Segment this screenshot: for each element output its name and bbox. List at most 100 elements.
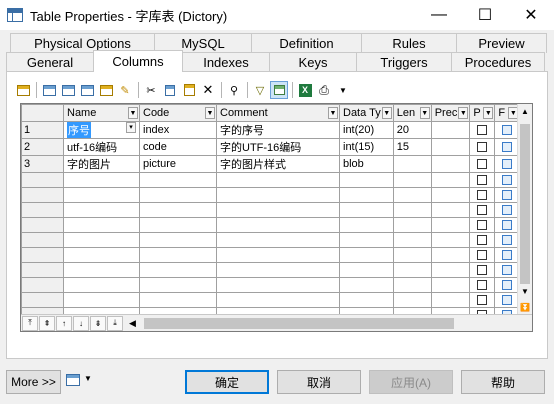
cell-length[interactable] — [392, 155, 432, 173]
empty-cell[interactable] — [216, 232, 340, 248]
chevron-down-icon[interactable]: ▼ — [419, 107, 430, 119]
column-header-length[interactable]: Len ▼ — [392, 104, 432, 122]
scroll-bottom-icon[interactable]: ⏬ — [518, 300, 532, 314]
primary-checkbox[interactable] — [477, 205, 488, 216]
cut-icon[interactable]: ✂ — [142, 81, 160, 99]
chevron-down-icon[interactable]: ▼ — [328, 107, 338, 119]
cancel-button[interactable]: 取消 — [277, 370, 361, 394]
empty-cell[interactable] — [430, 277, 471, 293]
chevron-down-icon[interactable]: ▾ — [126, 122, 136, 133]
foreign-checkbox[interactable] — [502, 142, 513, 153]
cell-primary[interactable] — [469, 262, 496, 278]
empty-row[interactable] — [21, 292, 521, 308]
cell-primary[interactable] — [469, 187, 496, 203]
table-row[interactable]: 2 utf-16编码 code 字的UTF-16编码 int(15) 15 — [21, 138, 521, 156]
foreign-checkbox[interactable] — [502, 175, 513, 186]
insert-row-icon[interactable] — [59, 81, 77, 99]
primary-checkbox[interactable] — [477, 175, 488, 186]
foreign-checkbox[interactable] — [502, 125, 513, 136]
cell-name[interactable]: 序号 ▾ — [63, 121, 140, 139]
maximize-button[interactable]: ☐ — [462, 0, 508, 30]
empty-cell[interactable] — [339, 232, 394, 248]
move-page-up-icon[interactable]: ⇞ — [39, 315, 55, 331]
empty-cell[interactable] — [392, 187, 432, 203]
cell-code[interactable]: picture — [139, 155, 217, 173]
foreign-checkbox[interactable] — [502, 295, 513, 306]
empty-cell[interactable] — [216, 217, 340, 233]
empty-cell[interactable] — [139, 202, 217, 218]
move-down-icon[interactable]: ↓ — [73, 315, 89, 331]
column-header-precision[interactable]: Prec ▼ — [430, 104, 471, 122]
column-header-name[interactable]: Name ▼ — [63, 104, 140, 122]
copy-icon[interactable] — [161, 81, 179, 99]
customize-columns-icon[interactable] — [270, 81, 288, 99]
cell-primary[interactable] — [469, 172, 496, 188]
cell-name[interactable]: utf-16编码 — [63, 138, 140, 156]
row-number[interactable] — [21, 202, 64, 218]
empty-cell[interactable] — [63, 187, 140, 203]
empty-row[interactable] — [21, 172, 521, 188]
empty-cell[interactable] — [430, 202, 471, 218]
cell-precision[interactable] — [430, 155, 471, 173]
apply-button[interactable]: 应用(A) — [369, 370, 453, 394]
tab-preview[interactable]: Preview — [456, 33, 547, 53]
empty-cell[interactable] — [339, 187, 394, 203]
empty-cell[interactable] — [216, 202, 340, 218]
horizontal-scroll-thumb[interactable] — [143, 317, 454, 329]
cell-name[interactable]: 字的图片 — [63, 155, 140, 173]
vertical-scrollbar[interactable]: ▲ ▼ ⏬ — [517, 104, 532, 314]
primary-checkbox[interactable] — [477, 220, 488, 231]
tab-rules[interactable]: Rules — [361, 33, 457, 53]
close-button[interactable]: ✕ — [508, 0, 554, 30]
foreign-checkbox[interactable] — [502, 265, 513, 276]
empty-cell[interactable] — [392, 277, 432, 293]
column-header-comment[interactable]: Comment ▼ — [216, 104, 340, 122]
cell-primary[interactable] — [469, 155, 496, 173]
empty-cell[interactable] — [139, 187, 217, 203]
empty-row[interactable] — [21, 247, 521, 263]
empty-cell[interactable] — [63, 232, 140, 248]
move-top-icon[interactable]: ⤒ — [22, 315, 38, 331]
empty-cell[interactable] — [139, 172, 217, 188]
empty-row[interactable] — [21, 232, 521, 248]
empty-cell[interactable] — [139, 247, 217, 263]
cell-comment[interactable]: 字的序号 — [216, 121, 340, 139]
empty-cell[interactable] — [430, 172, 471, 188]
more-button[interactable]: More >> — [6, 370, 61, 394]
row-number[interactable]: 2 — [21, 138, 64, 156]
add-row-icon[interactable] — [40, 81, 58, 99]
paste-icon[interactable] — [180, 81, 198, 99]
chevron-down-icon[interactable]: ▼ — [205, 107, 215, 119]
delete-icon[interactable]: ✕ — [199, 81, 217, 99]
empty-row[interactable] — [21, 262, 521, 278]
empty-cell[interactable] — [139, 262, 217, 278]
chevron-down-icon[interactable]: ▼ — [483, 107, 494, 119]
move-up-icon[interactable]: ↑ — [56, 315, 72, 331]
empty-cell[interactable] — [216, 277, 340, 293]
cell-length[interactable]: 20 — [392, 121, 432, 139]
empty-cell[interactable] — [339, 292, 394, 308]
empty-cell[interactable] — [216, 262, 340, 278]
cell-length[interactable]: 15 — [392, 138, 432, 156]
cell-code[interactable]: index — [139, 121, 217, 139]
scroll-thumb[interactable] — [520, 124, 530, 284]
cell-primary[interactable] — [469, 138, 496, 156]
ok-button[interactable]: 确定 — [185, 370, 269, 394]
empty-cell[interactable] — [339, 217, 394, 233]
add-rows-icon[interactable] — [78, 81, 96, 99]
tab-general[interactable]: General — [6, 52, 94, 72]
empty-cell[interactable] — [430, 232, 471, 248]
tab-indexes[interactable]: Indexes — [182, 52, 270, 72]
cell-primary[interactable] — [469, 121, 496, 139]
empty-cell[interactable] — [63, 217, 140, 233]
empty-cell[interactable] — [63, 247, 140, 263]
empty-row[interactable] — [21, 277, 521, 293]
empty-cell[interactable] — [63, 202, 140, 218]
foreign-checkbox[interactable] — [502, 250, 513, 261]
column-header-code[interactable]: Code ▼ — [139, 104, 217, 122]
excel-export-icon[interactable]: X — [296, 81, 314, 99]
help-button[interactable]: 帮助 — [461, 370, 545, 394]
empty-cell[interactable] — [392, 232, 432, 248]
row-number[interactable] — [21, 277, 64, 293]
cell-data-type[interactable]: blob — [339, 155, 394, 173]
